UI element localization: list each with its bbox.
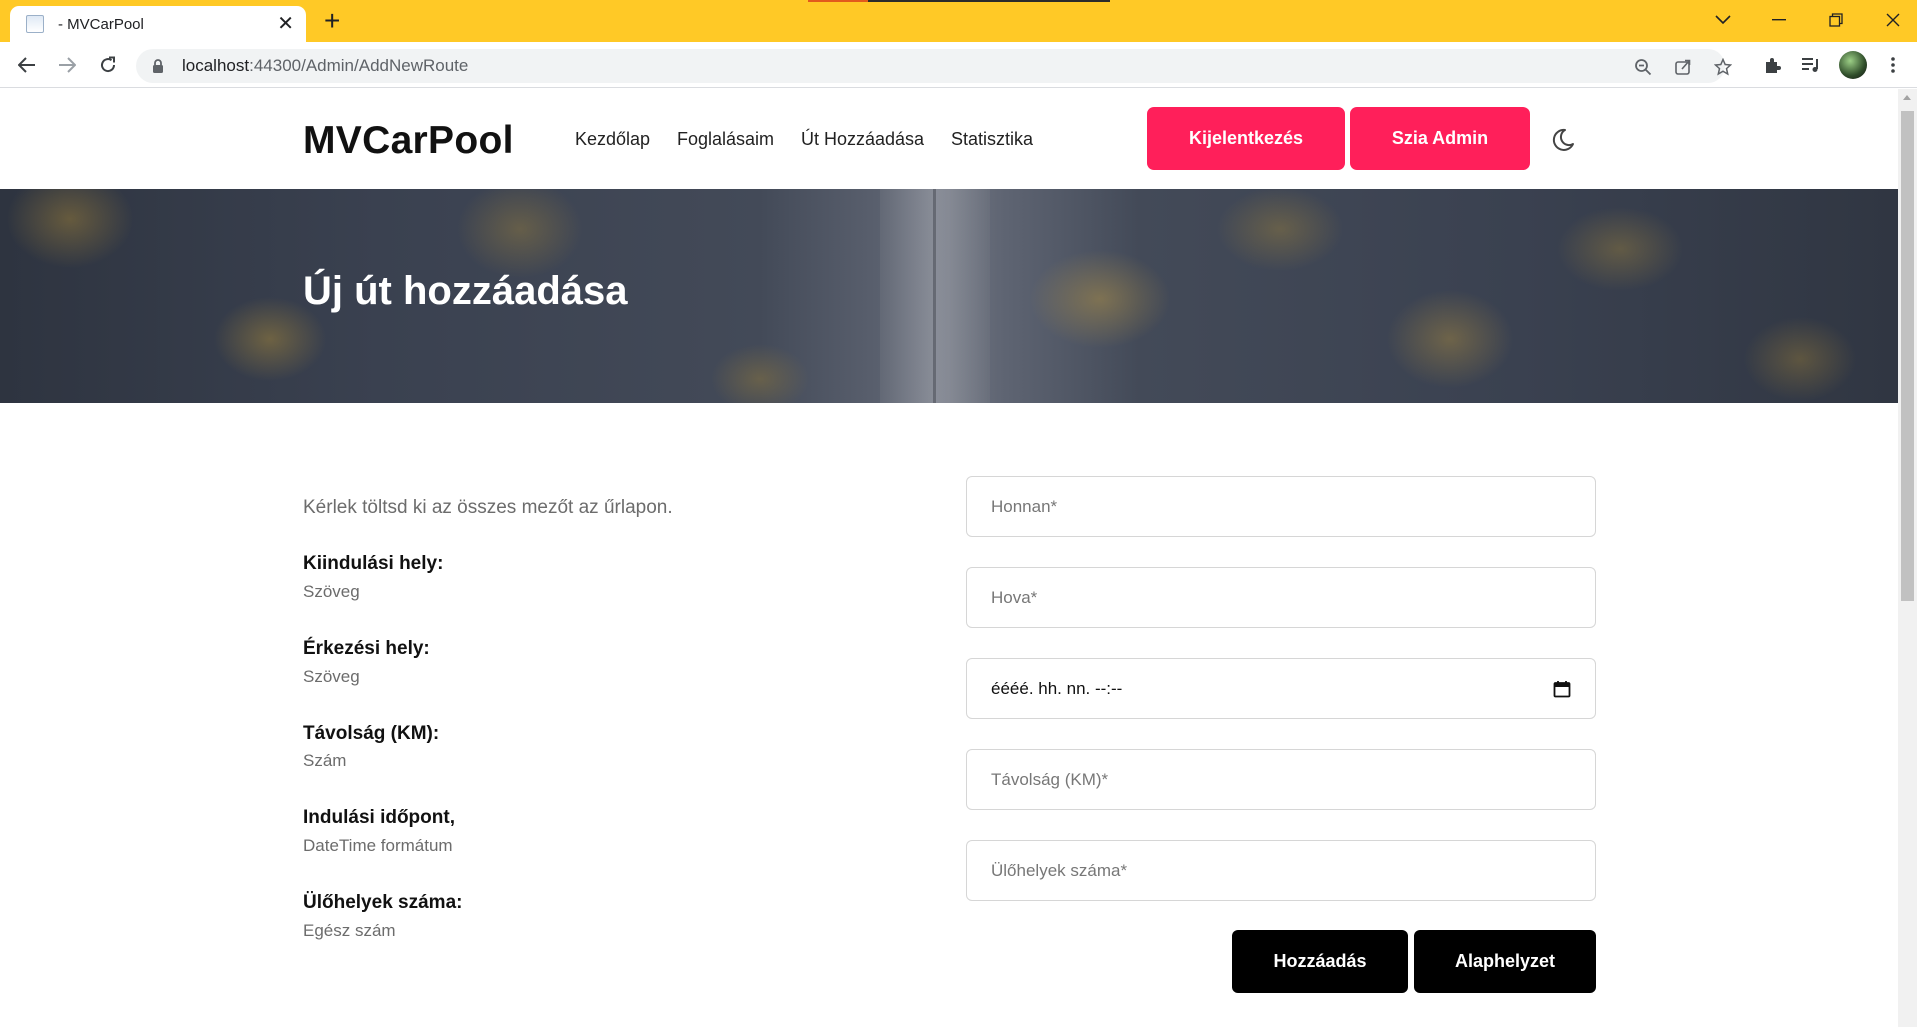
site-logo[interactable]: MVCarPool xyxy=(303,119,514,163)
restore-icon[interactable] xyxy=(1813,4,1859,36)
page-scrollbar[interactable] xyxy=(1898,89,1917,1027)
nav-link-my-bookings[interactable]: Foglalásaim xyxy=(677,129,774,150)
add-route-button[interactable]: Hozzáadás xyxy=(1232,930,1408,993)
logout-button[interactable]: Kijelentkezés xyxy=(1147,107,1345,170)
info-label-destination: Érkezési hely: xyxy=(303,638,430,659)
page-title: Új út hozzáadása xyxy=(303,269,628,313)
nav-link-statistics[interactable]: Statisztika xyxy=(951,129,1033,150)
hero-banner: Új út hozzáadása xyxy=(0,189,1898,403)
to-input[interactable] xyxy=(966,567,1596,628)
browser-toolbar: localhost:44300/Admin/AddNewRoute xyxy=(0,42,1917,88)
new-tab-button[interactable]: + xyxy=(324,7,340,35)
info-hint-seats: Egész szám xyxy=(303,921,396,940)
address-bar[interactable]: localhost:44300/Admin/AddNewRoute xyxy=(136,49,1732,83)
close-window-icon[interactable] xyxy=(1870,4,1916,36)
site-header: MVCarPool Kezdőlap Foglalásaim Út Hozzáa… xyxy=(0,89,1898,189)
nav-link-home[interactable]: Kezdőlap xyxy=(575,129,650,150)
calendar-icon[interactable] xyxy=(1553,680,1571,698)
reset-button[interactable]: Alaphelyzet xyxy=(1414,930,1596,993)
info-hint-distance: Szám xyxy=(303,751,347,770)
media-control-icon[interactable] xyxy=(1797,51,1825,79)
url-host: localhost xyxy=(182,56,250,75)
user-greeting-button[interactable]: Szia Admin xyxy=(1350,107,1530,170)
tab-title: - MVCarPool xyxy=(58,15,144,33)
page-favicon-icon xyxy=(26,15,44,33)
scroll-up-arrow-icon[interactable] xyxy=(1903,95,1911,100)
back-arrow-icon[interactable] xyxy=(13,51,41,79)
from-input[interactable] xyxy=(966,476,1596,537)
tab-close-icon[interactable]: ✕ xyxy=(277,14,294,34)
seats-input[interactable] xyxy=(966,840,1596,901)
loading-progress-bar xyxy=(808,0,1110,2)
info-hint-departure: DateTime formátum xyxy=(303,836,453,855)
dark-mode-moon-icon[interactable] xyxy=(1550,127,1576,153)
departure-datetime-input[interactable]: éééé. hh. nn. --:-- xyxy=(966,658,1596,719)
info-label-distance: Távolság (KM): xyxy=(303,723,440,744)
info-hint-destination: Szöveg xyxy=(303,667,360,686)
page-viewport: MVCarPool Kezdőlap Foglalásaim Út Hozzáa… xyxy=(0,89,1898,1027)
zoom-icon[interactable] xyxy=(1630,54,1656,80)
url-path: :44300/Admin/AddNewRoute xyxy=(249,56,469,75)
kebab-menu-icon[interactable] xyxy=(1879,51,1907,79)
browser-tab[interactable]: - MVCarPool ✕ xyxy=(10,6,306,42)
extensions-puzzle-icon[interactable] xyxy=(1758,51,1786,79)
info-label-departure: Indulási időpont, xyxy=(303,807,455,828)
share-icon[interactable] xyxy=(1670,54,1696,80)
browser-tab-strip: - MVCarPool ✕ + xyxy=(0,0,1917,42)
reload-icon[interactable] xyxy=(94,51,122,79)
info-label-seats: Ülőhelyek száma: xyxy=(303,892,463,913)
profile-avatar[interactable] xyxy=(1839,51,1867,79)
distance-input[interactable] xyxy=(966,749,1596,810)
tab-search-icon[interactable] xyxy=(1700,4,1746,36)
form-instructions: Kérlek töltsd ki az összes mezőt az űrla… xyxy=(303,497,673,518)
datetime-value: éééé. hh. nn. --:-- xyxy=(991,678,1123,698)
lock-icon xyxy=(152,59,164,73)
info-hint-start: Szöveg xyxy=(303,582,360,601)
scrollbar-thumb[interactable] xyxy=(1901,111,1914,601)
hero-background-road xyxy=(880,189,990,403)
bookmark-star-icon[interactable] xyxy=(1710,54,1736,80)
minimize-icon[interactable] xyxy=(1756,4,1802,36)
info-label-start: Kiindulási hely: xyxy=(303,553,444,574)
forward-arrow-icon[interactable] xyxy=(53,51,81,79)
nav-link-add-route[interactable]: Út Hozzáadása xyxy=(801,129,924,150)
